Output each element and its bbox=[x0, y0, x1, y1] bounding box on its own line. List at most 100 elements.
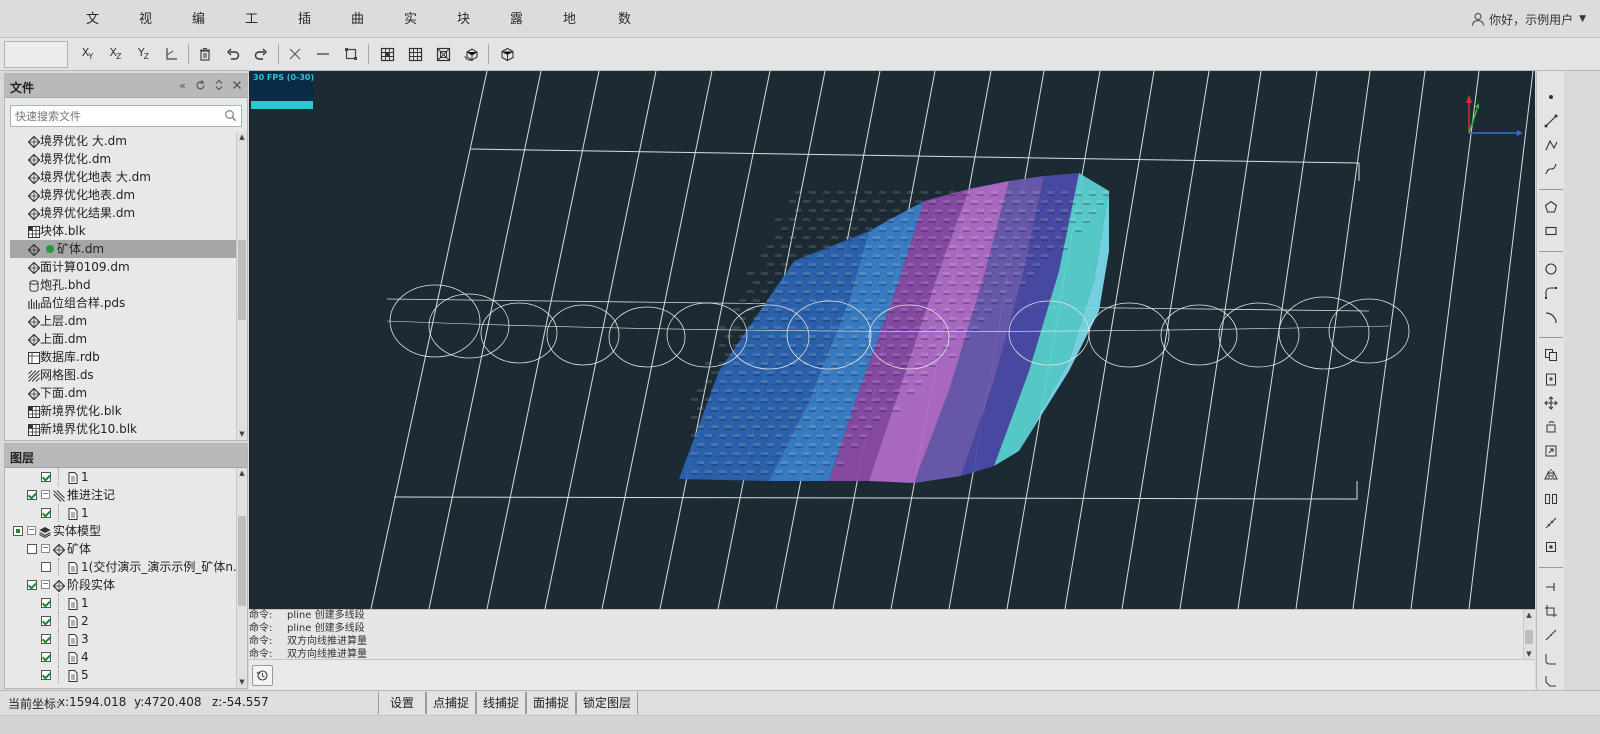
grid-button[interactable] bbox=[404, 43, 426, 65]
file-item[interactable]: 下面.dm bbox=[10, 384, 236, 402]
undo-button[interactable] bbox=[222, 43, 244, 65]
layer-visibility-checkbox[interactable] bbox=[41, 472, 51, 482]
3d-viewport[interactable]: 30 FPS (0-30) bbox=[249, 71, 1535, 609]
file-item[interactable]: 网格图.ds bbox=[10, 366, 236, 384]
layer-visibility-checkbox[interactable] bbox=[41, 562, 51, 572]
collapse-icon[interactable]: − bbox=[41, 490, 50, 499]
file-item[interactable]: 境界优化地表 大.dm bbox=[10, 168, 236, 186]
menu-item-1[interactable]: 视图 bbox=[139, 0, 152, 66]
menu-item-9[interactable]: 地采 bbox=[563, 0, 576, 66]
view-grid-button[interactable] bbox=[376, 43, 398, 65]
move-tool-button[interactable] bbox=[1541, 393, 1561, 413]
xz-plane-button[interactable]: XZ bbox=[104, 43, 126, 65]
axis-toggle-button[interactable] bbox=[160, 43, 182, 65]
file-item[interactable]: 新境界优化10.blk bbox=[10, 420, 236, 437]
settings-button[interactable]: 设置 bbox=[378, 692, 426, 714]
scroll-up-icon[interactable]: ▲ bbox=[237, 132, 247, 143]
layer-visibility-checkbox[interactable] bbox=[41, 508, 51, 518]
collapse-left-icon[interactable]: « bbox=[176, 78, 189, 92]
file-item[interactable]: 矿体.dm bbox=[10, 240, 236, 258]
polygon-tool-button[interactable] bbox=[1541, 197, 1561, 217]
layer-visibility-checkbox[interactable] bbox=[41, 616, 51, 626]
copy-tool-button[interactable] bbox=[1541, 345, 1561, 365]
menu-item-4[interactable]: 插入 bbox=[298, 0, 311, 66]
layer-tree-scroll-thumb[interactable] bbox=[238, 516, 246, 606]
rectangle-tool-button[interactable] bbox=[1541, 221, 1561, 241]
command-scroll-thumb[interactable] bbox=[1525, 630, 1533, 644]
menu-item-7[interactable]: 块体 bbox=[457, 0, 470, 66]
array-tool-button[interactable] bbox=[1541, 489, 1561, 509]
scene-canvas[interactable] bbox=[249, 71, 1535, 609]
collapse-icon[interactable]: − bbox=[41, 544, 50, 553]
file-search-box[interactable] bbox=[10, 105, 242, 127]
layer-row[interactable]: − 实体模型 bbox=[5, 522, 237, 540]
menu-item-6[interactable]: 实体 bbox=[404, 0, 417, 66]
cross-button[interactable] bbox=[284, 43, 306, 65]
file-item[interactable]: 数据库.rdb bbox=[10, 348, 236, 366]
layer-visibility-checkbox[interactable] bbox=[27, 580, 37, 590]
layer-visibility-checkbox[interactable] bbox=[41, 670, 51, 680]
spline-tool-button[interactable] bbox=[1541, 159, 1561, 179]
file-item[interactable]: 上层.dm bbox=[10, 312, 236, 330]
file-item[interactable]: 品位组合样.pds bbox=[10, 294, 236, 312]
arc-tool-button[interactable] bbox=[1541, 307, 1561, 327]
chamfer-tool-button[interactable] bbox=[1541, 671, 1561, 691]
xy-plane-button[interactable]: XY bbox=[76, 43, 98, 65]
layer-row[interactable]: − 阶段实体 bbox=[5, 576, 237, 594]
menu-item-0[interactable]: 文件 bbox=[86, 0, 99, 66]
scroll-up-icon[interactable]: ▲ bbox=[237, 468, 247, 479]
box-button[interactable] bbox=[432, 43, 454, 65]
3d-rotate-button[interactable] bbox=[460, 43, 482, 65]
point-tool-button[interactable] bbox=[1541, 87, 1561, 107]
scroll-up-icon[interactable]: ▲ bbox=[1524, 610, 1534, 621]
expand-collapse-icon[interactable] bbox=[212, 78, 225, 92]
layer-row[interactable]: − 矿体 bbox=[5, 540, 237, 558]
file-item[interactable]: 境界优化 大.dm bbox=[10, 132, 236, 150]
snap-tool-button[interactable] bbox=[1541, 537, 1561, 557]
file-list-scroll-thumb[interactable] bbox=[238, 240, 246, 320]
extend-tool-button[interactable] bbox=[1541, 577, 1561, 597]
collapse-icon[interactable]: − bbox=[41, 580, 50, 589]
rect-select-button[interactable] bbox=[340, 43, 362, 65]
layer-visibility-checkbox[interactable] bbox=[27, 544, 37, 554]
file-item[interactable]: 面计算0109.dm bbox=[10, 258, 236, 276]
menu-item-10[interactable]: 数据库 bbox=[618, 0, 631, 105]
fillet-tool-button[interactable] bbox=[1541, 649, 1561, 669]
break-tool-button[interactable] bbox=[1541, 625, 1561, 645]
layer-visibility-checkbox[interactable] bbox=[41, 652, 51, 662]
file-item[interactable]: 新境界优化.blk bbox=[10, 402, 236, 420]
layer-row[interactable]: 1 bbox=[5, 594, 237, 612]
layer-row[interactable]: 4 bbox=[5, 648, 237, 666]
menu-item-2[interactable]: 编辑 bbox=[192, 0, 205, 66]
layer-row[interactable]: − 推进注记 bbox=[5, 486, 237, 504]
cube-button[interactable] bbox=[496, 43, 518, 65]
close-icon[interactable] bbox=[230, 78, 243, 92]
layer-row[interactable]: 5 bbox=[5, 666, 237, 684]
polyline-tool-button[interactable] bbox=[1541, 135, 1561, 155]
layer-visibility-checkbox[interactable] bbox=[27, 490, 37, 500]
layer-tree-scrollbar[interactable]: ▲ ▼ bbox=[236, 468, 247, 688]
line-button[interactable] bbox=[312, 43, 334, 65]
measure-tool-button[interactable] bbox=[1541, 513, 1561, 533]
segment-tool-button[interactable] bbox=[1541, 111, 1561, 131]
line-snap-button[interactable]: 线捕捉 bbox=[476, 692, 526, 714]
layer-row[interactable]: 3 bbox=[5, 630, 237, 648]
layer-visibility-checkbox[interactable] bbox=[41, 634, 51, 644]
file-item[interactable]: 境界优化结果.dm bbox=[10, 204, 236, 222]
point-snap-button[interactable]: 点捕捉 bbox=[426, 692, 476, 714]
file-list-scrollbar[interactable]: ▲ ▼ bbox=[236, 132, 247, 440]
layer-row[interactable]: 2 bbox=[5, 612, 237, 630]
delete-button[interactable] bbox=[194, 43, 216, 65]
layer-visibility-checkbox[interactable] bbox=[41, 598, 51, 608]
lock-layer-button[interactable]: 锁定图层 bbox=[576, 692, 638, 714]
face-snap-button[interactable]: 面捕捉 bbox=[526, 692, 576, 714]
refresh-icon[interactable] bbox=[194, 78, 207, 92]
circle-tool-button[interactable] bbox=[1541, 259, 1561, 279]
menu-item-5[interactable]: 曲面 bbox=[351, 0, 364, 66]
command-scrollbar[interactable]: ▲ ▼ bbox=[1523, 610, 1534, 660]
file-item[interactable]: 上面.dm bbox=[10, 330, 236, 348]
yz-plane-button[interactable]: YZ bbox=[132, 43, 154, 65]
user-menu[interactable]: 你好，示例用户 ▼ bbox=[1471, 0, 1586, 38]
menu-item-8[interactable]: 露天 bbox=[510, 0, 523, 66]
layer-row[interactable]: 1 bbox=[5, 468, 237, 486]
